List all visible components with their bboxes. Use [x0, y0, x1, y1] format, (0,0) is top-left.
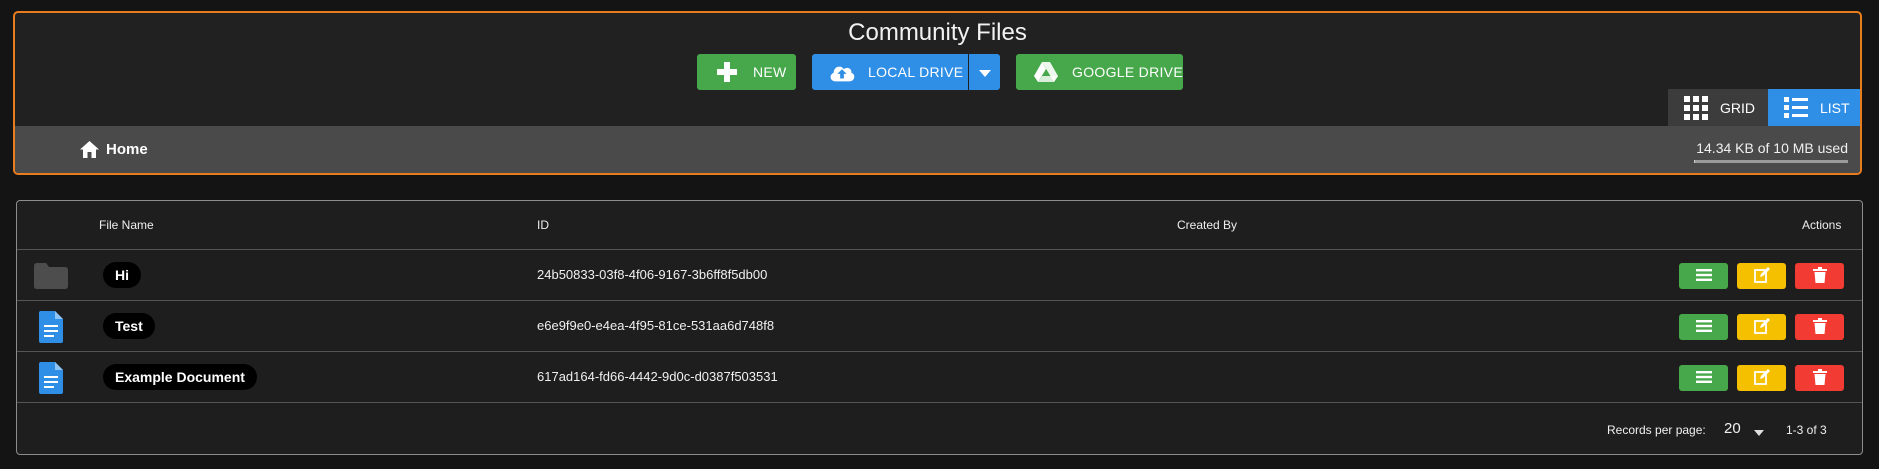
home-icon [80, 141, 99, 158]
files-table: File Name ID Created By Actions Hi 24b508… [16, 200, 1863, 455]
file-id: 24b50833-03f8-4f06-9167-3b6ff8f5db00 [537, 267, 768, 282]
delete-button[interactable] [1795, 314, 1844, 340]
new-button-label: NEW [753, 64, 787, 80]
page-title: Community Files [848, 19, 1027, 46]
caret-down-icon[interactable] [1754, 425, 1764, 439]
local-drive-dropdown-button[interactable] [969, 54, 1000, 90]
column-header-created-by[interactable]: Created By [1177, 218, 1237, 232]
header-panel: Community Files NEW LOCAL DRIVE GOOGLE D… [13, 11, 1862, 175]
google-drive-icon [1032, 58, 1060, 86]
list-view-button[interactable]: LIST [1768, 89, 1860, 126]
breadcrumb-home[interactable]: Home [80, 141, 148, 158]
list-view-label: LIST [1820, 99, 1850, 116]
document-icon [33, 311, 69, 343]
table-header: File Name ID Created By Actions [17, 201, 1862, 250]
view-details-button[interactable] [1679, 263, 1728, 289]
edit-button[interactable] [1737, 314, 1786, 340]
records-per-page-label: Records per page: [1607, 423, 1706, 437]
cloud-upload-icon [828, 58, 856, 86]
grid-view-button[interactable]: GRID [1668, 89, 1768, 126]
delete-button[interactable] [1795, 263, 1844, 289]
edit-icon [1753, 266, 1770, 286]
google-drive-button-label: GOOGLE DRIVE [1072, 64, 1183, 80]
trash-icon [1812, 266, 1827, 286]
pagination-range: 1-3 of 3 [1786, 423, 1827, 437]
list-icon [1695, 268, 1712, 284]
file-name-chip[interactable]: Hi [103, 262, 141, 288]
file-name-chip[interactable]: Test [103, 313, 155, 339]
local-drive-button-label: LOCAL DRIVE [868, 64, 964, 80]
storage-usage-bar [1694, 160, 1848, 163]
storage-usage-text: 14.34 KB of 10 MB used [1696, 140, 1848, 156]
records-per-page-select[interactable]: 20 [1724, 420, 1741, 437]
file-name-chip[interactable]: Example Document [103, 364, 257, 390]
edit-icon [1753, 368, 1770, 388]
breadcrumb-home-label: Home [106, 141, 148, 158]
google-drive-button[interactable]: GOOGLE DRIVE [1016, 54, 1183, 90]
folder-icon [33, 260, 69, 292]
column-header-id[interactable]: ID [537, 218, 549, 232]
trash-icon [1812, 368, 1827, 388]
view-details-button[interactable] [1679, 314, 1728, 340]
new-button[interactable]: NEW [697, 54, 796, 90]
list-icon [1695, 370, 1712, 386]
breadcrumb: Home 14.34 KB of 10 MB used [15, 126, 1860, 173]
plus-icon [713, 58, 741, 86]
column-header-file-name[interactable]: File Name [99, 218, 154, 232]
list-icon [1784, 96, 1808, 119]
edit-button[interactable] [1737, 263, 1786, 289]
edit-icon [1753, 317, 1770, 337]
table-row[interactable]: Test e6e9f9e0-e4ea-4f95-81ce-531aa6d748f8 [17, 301, 1862, 352]
caret-down-icon [978, 64, 991, 80]
view-details-button[interactable] [1679, 365, 1728, 391]
trash-icon [1812, 317, 1827, 337]
view-toggle: GRID LIST [1668, 89, 1860, 126]
grid-icon [1684, 95, 1708, 120]
edit-button[interactable] [1737, 365, 1786, 391]
local-drive-button[interactable]: LOCAL DRIVE [812, 54, 968, 90]
file-id: e6e9f9e0-e4ea-4f95-81ce-531aa6d748f8 [537, 318, 775, 333]
grid-view-label: GRID [1720, 99, 1755, 116]
list-icon [1695, 319, 1712, 335]
table-row[interactable]: Example Document 617ad164-fd66-4442-9d0c-… [17, 352, 1862, 403]
table-row[interactable]: Hi 24b50833-03f8-4f06-9167-3b6ff8f5db00 [17, 250, 1862, 301]
file-id: 617ad164-fd66-4442-9d0c-d0387f503531 [537, 369, 778, 384]
delete-button[interactable] [1795, 365, 1844, 391]
table-footer: Records per page: 20 1-3 of 3 [17, 401, 1862, 453]
document-icon [33, 362, 69, 394]
column-header-actions: Actions [1802, 218, 1842, 232]
